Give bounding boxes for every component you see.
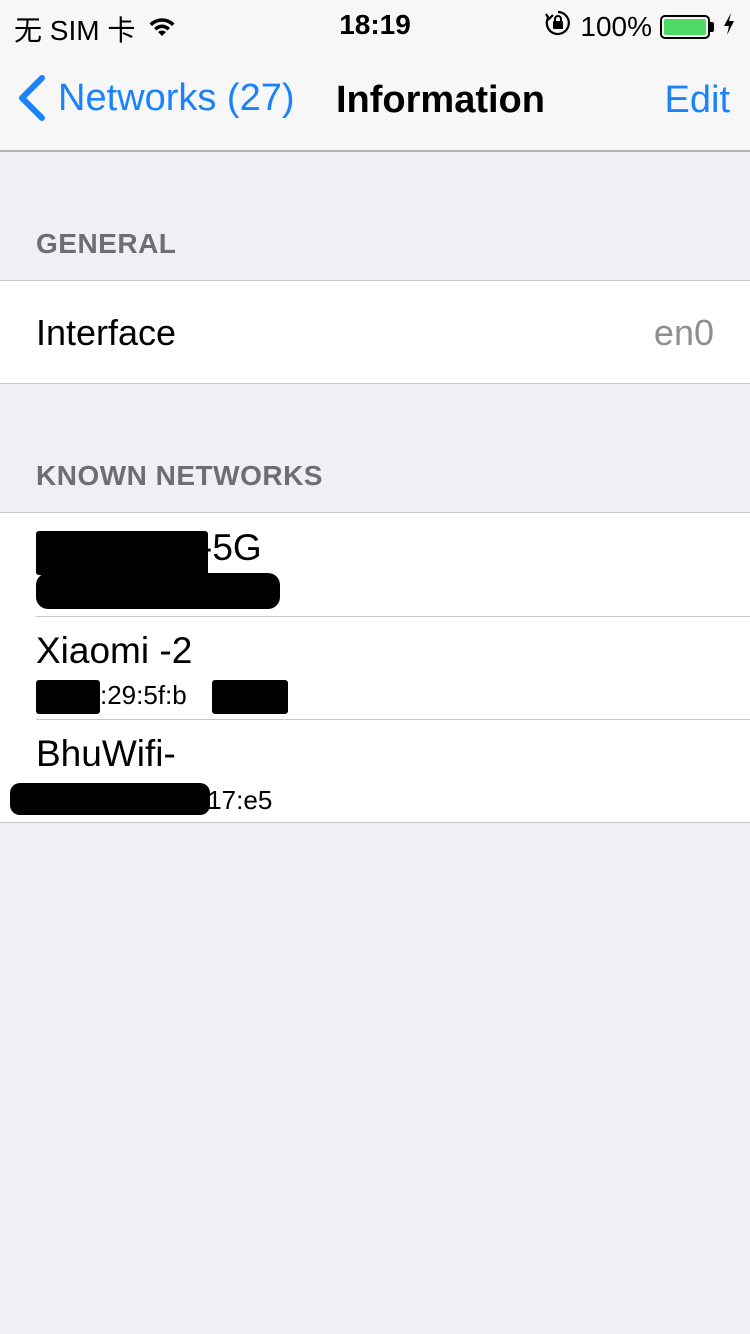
battery-fill [664, 18, 706, 35]
chevron-left-icon [19, 75, 45, 121]
network-name: -5G [200, 527, 262, 568]
network-name: Xiaomi -2 [36, 630, 193, 671]
status-right: 100% [544, 9, 736, 44]
battery-percent: 100% [580, 10, 652, 42]
general-group: Interface en0 [0, 280, 750, 384]
redaction-mark [36, 573, 280, 609]
redaction-mark [10, 783, 210, 815]
section-header-general: GENERAL [36, 228, 177, 259]
back-button-label: Networks (27) [58, 76, 295, 119]
navigation-bar: Networks (27) Information Edit [0, 50, 750, 152]
section-header-known-networks: KNOWN NETWORKS [36, 460, 323, 491]
interface-value: en0 [653, 312, 714, 353]
redaction-mark [36, 680, 100, 714]
status-bar: 无 SIM 卡 18:19 100% [0, 0, 750, 50]
redaction-mark [212, 680, 288, 714]
network-bssid: :17:e5 [200, 785, 273, 815]
charging-icon [722, 11, 736, 43]
known-networks-group: -5G Xiaomi -2 :29:5f:b BhuWifi- :17:e5 [0, 512, 750, 823]
battery-icon [660, 14, 714, 39]
network-row[interactable]: -5G [0, 513, 750, 616]
network-name: BhuWifi- [36, 733, 176, 774]
interface-label: Interface [36, 312, 177, 353]
battery-tip [710, 21, 714, 32]
network-bssid: :29:5f:b [100, 680, 187, 710]
network-row[interactable]: Xiaomi -2 :29:5f:b [0, 616, 750, 719]
redaction-mark [36, 531, 208, 575]
interface-row[interactable]: Interface en0 [0, 281, 750, 383]
battery-body [660, 14, 710, 39]
back-button[interactable]: Networks (27) [14, 74, 295, 122]
orientation-lock-icon [544, 9, 572, 44]
network-row[interactable]: BhuWifi- :17:e5 [0, 719, 750, 822]
edit-button[interactable]: Edit [665, 79, 730, 122]
page-title: Information [336, 79, 545, 121]
